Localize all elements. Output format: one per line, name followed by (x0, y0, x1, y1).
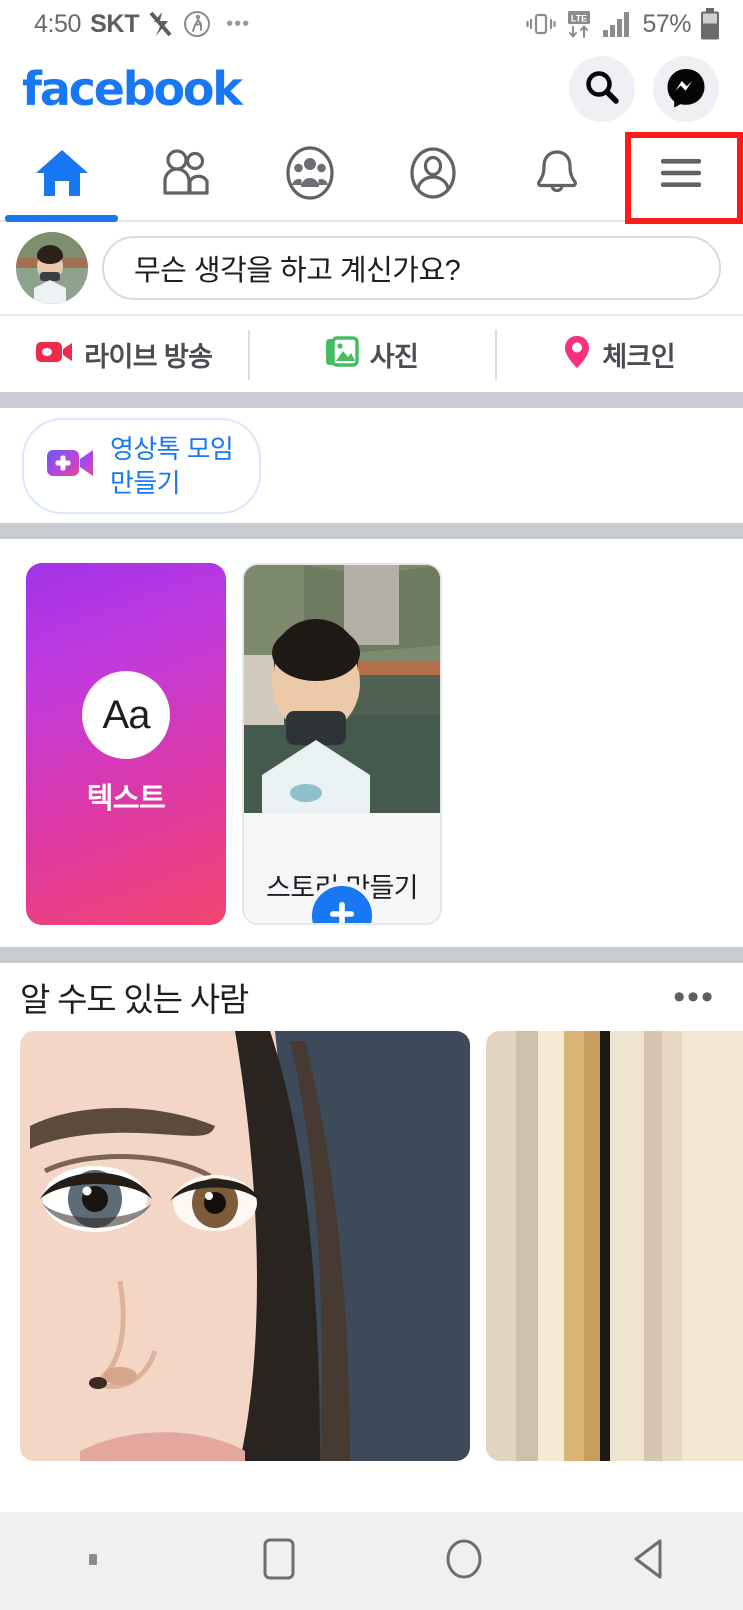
tab-groups[interactable] (248, 130, 372, 220)
status-carrier: SKT (90, 9, 140, 38)
pymk-overflow-menu-icon[interactable]: ••• (673, 980, 715, 1014)
bell-icon (530, 146, 584, 205)
composer-placeholder: 무슨 생각을 하고 계신가요? (134, 255, 461, 287)
pymk-card-1[interactable] (20, 1031, 470, 1461)
room-label: 영상톡 모임 만들기 (110, 432, 234, 500)
live-video-icon (35, 337, 73, 372)
vibrate-icon (526, 10, 557, 38)
photo-label: 사진 (369, 341, 419, 372)
dot-icon (85, 1549, 101, 1574)
signal-bars-icon (602, 11, 632, 37)
friends-icon (157, 147, 215, 204)
messenger-button[interactable] (653, 56, 719, 122)
rooms-section: 영상톡 모임 만들기 (0, 408, 743, 523)
pedestrian-icon (183, 10, 211, 38)
status-bar-left: 4:50 SKT ••• (34, 10, 250, 39)
create-room-button[interactable]: 영상톡 모임 만들기 (22, 417, 262, 514)
circle-icon (441, 1536, 487, 1587)
pymk-card-2[interactable]: NEBHOLL (486, 1031, 743, 1461)
tab-friends[interactable] (124, 130, 248, 220)
tab-profile[interactable] (371, 130, 495, 220)
people-you-may-know-section: 알 수도 있는 사람 ••• (0, 963, 743, 1461)
status-time: 4:50 (34, 9, 82, 38)
svg-text:LTE: LTE (571, 14, 587, 24)
story-preview-photo (244, 565, 440, 813)
search-icon (582, 67, 622, 112)
room-label-line1: 영상톡 모임 (110, 433, 234, 464)
avatar[interactable] (16, 232, 88, 304)
status-overflow-dots-icon: ••• (226, 13, 251, 35)
live-video-button[interactable]: 라이브 방송 (0, 316, 248, 392)
section-divider-1 (0, 392, 743, 408)
story-card-create[interactable]: 스토리 만들기 (242, 563, 442, 925)
photo-button[interactable]: 사진 (247, 316, 496, 392)
composer-action-row: 라이브 방송 사진 체크인 (0, 314, 743, 392)
active-tab-underline (5, 215, 118, 222)
nav-recents[interactable] (186, 1536, 372, 1587)
battery-icon (699, 8, 721, 40)
section-divider-2 (0, 523, 743, 539)
mute-icon (148, 10, 174, 38)
aa-glyph-icon: Aa (82, 671, 170, 759)
home-icon (33, 147, 91, 204)
live-video-label: 라이브 방송 (84, 341, 213, 372)
hamburger-menu-icon (656, 153, 706, 198)
tab-home[interactable] (0, 130, 124, 222)
location-pin-icon (563, 335, 591, 374)
nav-dot[interactable] (0, 1549, 186, 1574)
composer-input[interactable]: 무슨 생각을 하고 계신가요? (102, 236, 721, 300)
tab-menu[interactable] (619, 130, 743, 220)
triangle-back-icon (628, 1536, 672, 1587)
story-card-text[interactable]: Aa 텍스트 (26, 563, 226, 925)
pymk-header: 알 수도 있는 사람 ••• (0, 963, 743, 1031)
section-divider-3 (0, 947, 743, 963)
checkin-button[interactable]: 체크인 (495, 316, 743, 392)
checkin-label: 체크인 (602, 341, 676, 372)
video-room-icon (46, 443, 96, 488)
nav-home[interactable] (372, 1536, 558, 1587)
stories-tray: Aa 텍스트 스토리 만들기 (0, 539, 743, 947)
messenger-icon (665, 66, 707, 113)
search-button[interactable] (569, 56, 635, 122)
status-bar: 4:50 SKT ••• LTE 57% (0, 0, 743, 48)
plus-icon (325, 897, 359, 923)
android-nav-bar (0, 1512, 743, 1610)
facebook-logo[interactable]: facebook (22, 66, 243, 112)
nav-back[interactable] (557, 1536, 743, 1587)
tab-bar (0, 130, 743, 224)
square-icon (259, 1536, 299, 1587)
header-actions (569, 56, 719, 122)
photo-icon (325, 335, 359, 373)
facebook-header: facebook (0, 48, 743, 130)
room-label-line2: 만들기 (110, 467, 181, 498)
battery-percent: 57% (642, 9, 691, 38)
pymk-title: 알 수도 있는 사람 (20, 981, 249, 1018)
tab-notifications[interactable] (495, 130, 619, 220)
groups-icon (281, 145, 339, 206)
profile-icon (404, 145, 462, 206)
lte-data-icon: LTE (564, 9, 594, 39)
pymk-card-list: NEBHOLL (0, 1031, 743, 1461)
story-text-label: 텍스트 (86, 783, 166, 815)
status-bar-right: LTE 57% (526, 8, 721, 40)
post-composer: 무슨 생각을 하고 계신가요? (0, 222, 743, 314)
